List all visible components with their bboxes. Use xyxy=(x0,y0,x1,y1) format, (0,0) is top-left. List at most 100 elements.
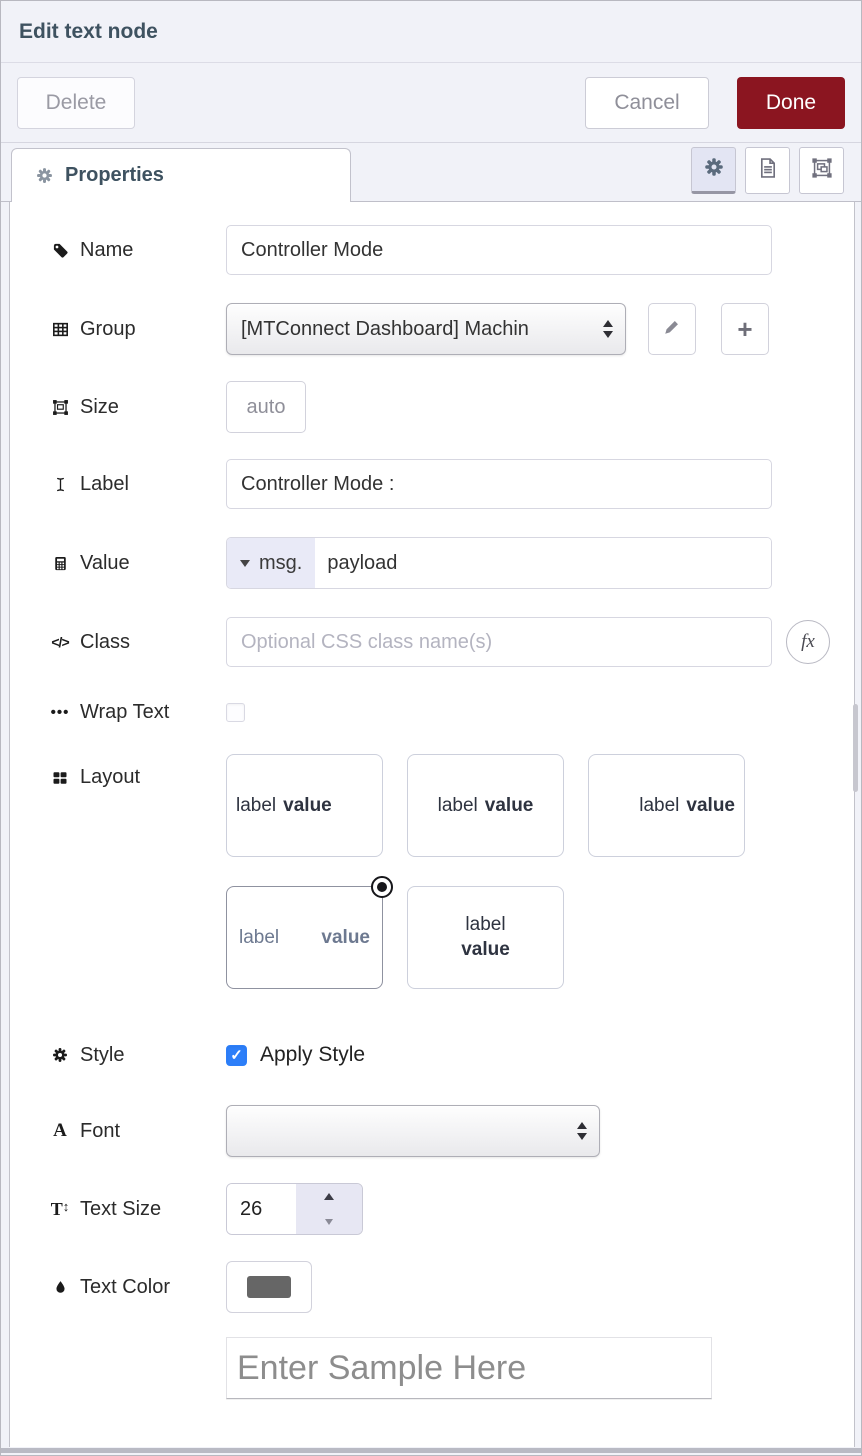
layout-option-label: label xyxy=(239,927,279,949)
tint-droplet-icon xyxy=(50,1279,70,1295)
tab-properties[interactable]: Properties xyxy=(11,148,351,202)
dialog-title: Edit text node xyxy=(19,20,158,44)
text-color-button[interactable] xyxy=(226,1261,312,1313)
label-input[interactable] xyxy=(226,459,772,509)
group-label-group: Group xyxy=(50,318,226,341)
layout-option-label: label xyxy=(465,914,505,936)
layout-label-group: Layout xyxy=(50,754,226,789)
value-input[interactable] xyxy=(315,538,771,588)
layout-option[interactable]: label value xyxy=(226,754,383,857)
name-label: Name xyxy=(80,239,133,262)
font-icon: A xyxy=(50,1120,70,1142)
layout-options: label value label value label value xyxy=(226,754,745,989)
radio-selected-icon xyxy=(371,876,393,898)
value-label-group: Value xyxy=(50,552,226,575)
text-color-label-group: Text Color xyxy=(50,1276,226,1299)
spinner-up-button[interactable] xyxy=(296,1184,362,1209)
add-group-button[interactable]: + xyxy=(721,303,769,355)
text-size-label-group: T↕ Text Size xyxy=(50,1198,226,1221)
gear-icon xyxy=(50,1047,70,1063)
cancel-button[interactable]: Cancel xyxy=(585,77,709,129)
value-typed-input: msg. xyxy=(226,537,772,589)
group-select[interactable]: [MTConnect Dashboard] Machin xyxy=(226,303,626,355)
tab-icon-buttons xyxy=(691,147,844,194)
layout-option-label: label xyxy=(236,795,276,817)
class-row: </> Class fx xyxy=(50,617,854,667)
grid-icon xyxy=(50,770,70,786)
msg-type-selector[interactable]: msg. xyxy=(227,538,315,588)
edit-text-node-dialog: Edit text node Delete Cancel Done Proper… xyxy=(0,0,862,1456)
calculator-icon xyxy=(50,555,70,572)
text-color-row: Text Color xyxy=(50,1261,854,1313)
layout-option[interactable]: label value xyxy=(407,886,564,989)
delete-button[interactable]: Delete xyxy=(17,77,135,129)
wrap-text-row: ••• Wrap Text xyxy=(50,701,854,724)
layout-option-value: value xyxy=(321,927,370,949)
style-row: Style Apply Style xyxy=(50,1043,854,1067)
layout-option-label: label xyxy=(639,795,679,817)
properties-form: Name Group [MTConnect Dashboard] Machin xyxy=(9,202,855,1447)
text-height-icon: T↕ xyxy=(50,1199,70,1220)
text-size-spinner xyxy=(226,1183,363,1235)
layout-row: Layout label value label value label xyxy=(50,754,854,989)
document-icon xyxy=(757,157,779,184)
layout-option-value: value xyxy=(686,795,735,817)
size-row: Size auto xyxy=(50,381,854,433)
select-arrows-icon xyxy=(577,1122,587,1140)
fx-badge: fx xyxy=(786,620,830,664)
wrap-text-label: Wrap Text xyxy=(80,701,169,724)
group-select-value: [MTConnect Dashboard] Machin xyxy=(241,318,529,341)
wrap-text-checkbox[interactable] xyxy=(226,703,245,722)
spinner-buttons xyxy=(296,1184,362,1234)
spinner-down-button[interactable] xyxy=(296,1209,362,1234)
text-size-row: T↕ Text Size xyxy=(50,1183,854,1235)
done-button[interactable]: Done xyxy=(737,77,845,129)
label-label: Label xyxy=(80,473,129,496)
tab-button-description[interactable] xyxy=(745,147,790,194)
apply-style-checkbox[interactable] xyxy=(226,1045,247,1066)
font-label-group: A Font xyxy=(50,1120,226,1143)
font-select[interactable] xyxy=(226,1105,600,1157)
gear-icon xyxy=(34,167,54,184)
object-group-icon xyxy=(50,399,70,416)
group-row: Group [MTConnect Dashboard] Machin + xyxy=(50,303,854,355)
size-auto-button[interactable]: auto xyxy=(226,381,306,433)
msg-type-label: msg. xyxy=(259,552,302,575)
layout-option-value: value xyxy=(461,939,510,961)
edit-group-button[interactable] xyxy=(648,303,696,355)
select-arrows-icon xyxy=(603,320,613,338)
dialog-header: Edit text node xyxy=(1,1,861,63)
sample-input[interactable] xyxy=(226,1337,712,1399)
sample-row xyxy=(226,1337,854,1399)
wrap-label-group: ••• Wrap Text xyxy=(50,701,226,724)
name-input[interactable] xyxy=(226,225,772,275)
layout-option[interactable]: label value xyxy=(407,754,564,857)
label-row: Label xyxy=(50,459,854,509)
text-color-swatch xyxy=(247,1276,291,1298)
text-color-label: Text Color xyxy=(80,1276,170,1299)
arrow-up-icon xyxy=(324,1193,334,1200)
style-label: Style xyxy=(80,1044,124,1067)
layout-option-value: value xyxy=(283,795,332,817)
group-label: Group xyxy=(80,318,136,341)
tray-resize-bar[interactable] xyxy=(1,1448,861,1453)
table-icon xyxy=(50,321,70,338)
ibeam-cursor-icon xyxy=(50,476,70,493)
value-label: Value xyxy=(80,552,130,575)
class-input[interactable] xyxy=(226,617,772,667)
tab-properties-label: Properties xyxy=(65,164,164,187)
name-label-group: Name xyxy=(50,239,226,262)
text-size-input[interactable] xyxy=(227,1184,296,1234)
tab-button-properties[interactable] xyxy=(691,147,736,194)
layout-label: Layout xyxy=(80,766,140,789)
layout-option[interactable]: label value xyxy=(588,754,745,857)
layout-option-label: label xyxy=(438,795,478,817)
tab-button-appearance[interactable] xyxy=(799,147,844,194)
text-size-label: Text Size xyxy=(80,1198,161,1221)
layout-option[interactable]: label value xyxy=(226,886,383,989)
label-label-group: Label xyxy=(50,473,226,496)
class-label: Class xyxy=(80,631,130,654)
apply-style-label: Apply Style xyxy=(260,1043,365,1067)
dialog-toolbar: Delete Cancel Done xyxy=(1,63,861,143)
vertical-scrollbar[interactable] xyxy=(853,704,858,792)
